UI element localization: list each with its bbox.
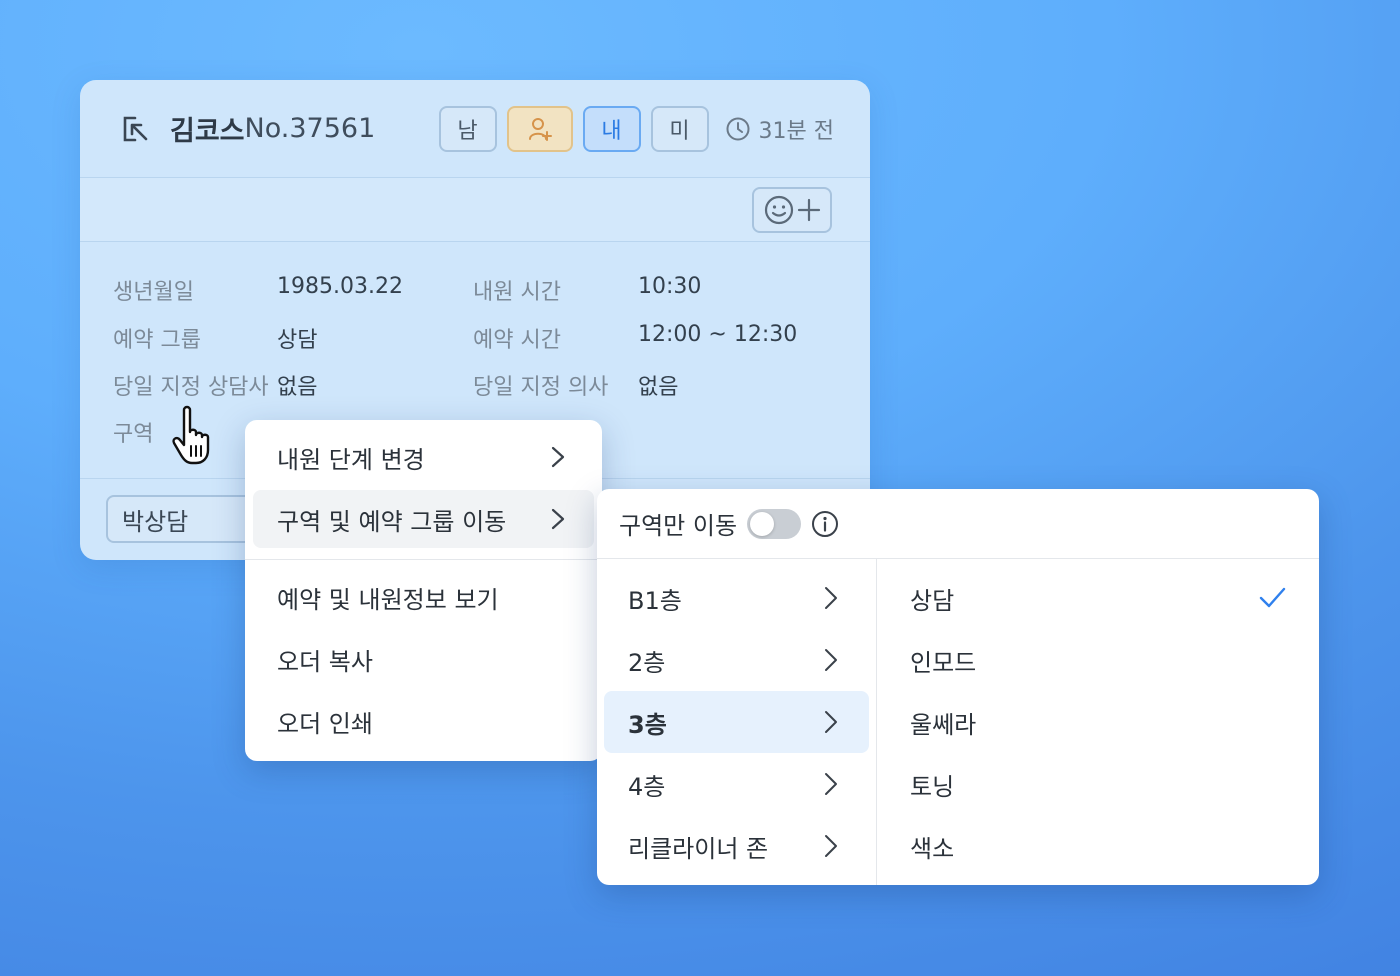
zone-group-submenu: 구역만 이동 B1층 2층 3층 4층 리클라이너 존 상담 인모드 울쎄라 토… <box>597 489 1319 885</box>
group-label: 토닝 <box>910 772 955 801</box>
smiley-plus-icon <box>764 195 821 224</box>
card-toolbar <box>80 178 870 242</box>
menu-item-label: 오더 인쇄 <box>277 709 373 738</box>
floor-label: 리클라이너 존 <box>628 834 769 863</box>
person-add-icon <box>528 117 552 141</box>
chevron-right-icon <box>551 446 565 468</box>
assign-person-badge[interactable] <box>506 105 573 152</box>
reservation-time-label: 예약 시간 <box>473 328 561 353</box>
group-label: 상담 <box>910 586 955 615</box>
info-icon[interactable] <box>811 510 839 538</box>
mine-badge[interactable]: 내 <box>582 105 641 152</box>
floor-item-2[interactable]: 2층 <box>604 629 869 691</box>
group-label: 인모드 <box>910 648 977 677</box>
zone-only-label: 구역만 이동 <box>619 512 738 540</box>
doctor-label: 당일 지정 의사 <box>473 375 609 400</box>
chevron-right-icon <box>825 711 837 733</box>
patient-number: No.37561 <box>244 113 376 144</box>
chevron-right-icon <box>825 773 837 795</box>
reservation-time-value: 12:00 ~ 12:30 <box>638 322 798 347</box>
floor-item-b1[interactable]: B1층 <box>604 567 869 629</box>
chevron-right-icon <box>825 587 837 609</box>
floor-label: 4층 <box>628 772 666 801</box>
group-item-ulthera[interactable]: 울쎄라 <box>878 691 1319 753</box>
floor-item-recliner-zone[interactable]: 리클라이너 존 <box>604 815 869 877</box>
gender-badge[interactable]: 남 <box>438 105 497 152</box>
hand-pointer-cursor-icon <box>172 405 210 465</box>
time-ago: 31분 전 <box>725 113 834 145</box>
clock-icon <box>726 117 750 140</box>
zone-label: 구역 <box>113 422 154 447</box>
menu-item-change-visit-stage[interactable]: 내원 단계 변경 <box>253 428 594 486</box>
counselor-label: 당일 지정 상담사 <box>113 375 269 400</box>
group-item-consult[interactable]: 상담 <box>878 567 1319 629</box>
reservation-group-list: 상담 인모드 울쎄라 토닝 색소 <box>878 559 1319 885</box>
menu-item-label: 내원 단계 변경 <box>277 445 425 474</box>
patient-name[interactable]: 김코스 <box>170 109 245 148</box>
time-ago-text: 31분 전 <box>758 118 834 144</box>
chevron-right-icon <box>551 508 565 530</box>
group-item-pigment[interactable]: 색소 <box>878 815 1319 877</box>
badge-group: 남 내 미 31분 전 <box>438 105 834 152</box>
group-label: 색소 <box>910 834 955 863</box>
menu-item-label: 예약 및 내원정보 보기 <box>277 585 499 614</box>
floor-item-4[interactable]: 4층 <box>604 753 869 815</box>
group-value: 상담 <box>277 328 318 353</box>
card-header: 김코스 No.37561 남 내 미 31분 전 <box>80 80 870 178</box>
status-badge[interactable]: 미 <box>650 105 709 152</box>
group-item-toning[interactable]: 토닝 <box>878 753 1319 815</box>
zone-only-toggle[interactable] <box>747 508 802 539</box>
menu-item-copy-order[interactable]: 오더 복사 <box>253 630 594 688</box>
open-external-icon[interactable] <box>120 113 152 145</box>
floor-item-3[interactable]: 3층 <box>604 691 869 753</box>
birth-label: 생년월일 <box>113 280 194 305</box>
counselor-value: 없음 <box>277 375 318 400</box>
submenu-header: 구역만 이동 <box>597 489 1319 559</box>
chevron-right-icon <box>825 649 837 671</box>
doctor-value: 없음 <box>638 375 679 400</box>
menu-item-view-reservation-info[interactable]: 예약 및 내원정보 보기 <box>253 568 594 626</box>
visit-time-label: 내원 시간 <box>473 280 561 305</box>
menu-divider <box>245 559 602 560</box>
menu-item-move-zone-group[interactable]: 구역 및 예약 그룹 이동 <box>253 490 594 548</box>
menu-item-label: 구역 및 예약 그룹 이동 <box>277 507 507 536</box>
floor-label: 3층 <box>628 710 667 739</box>
menu-item-print-order[interactable]: 오더 인쇄 <box>253 692 594 750</box>
floor-label: 2층 <box>628 648 666 677</box>
visit-time-value: 10:30 <box>638 274 702 299</box>
floor-label: B1층 <box>628 586 682 615</box>
context-menu: 내원 단계 변경 구역 및 예약 그룹 이동 예약 및 내원정보 보기 오더 복… <box>245 420 602 761</box>
birth-value: 1985.03.22 <box>277 274 403 299</box>
checkmark-icon <box>1259 587 1286 608</box>
group-label: 울쎄라 <box>910 710 977 739</box>
add-reaction-button[interactable] <box>752 186 832 233</box>
toggle-knob <box>750 511 775 536</box>
chevron-right-icon <box>825 835 837 857</box>
group-item-inmode[interactable]: 인모드 <box>878 629 1319 691</box>
group-label: 예약 그룹 <box>113 328 201 353</box>
menu-item-label: 오더 복사 <box>277 647 373 676</box>
floor-list: B1층 2층 3층 4층 리클라이너 존 <box>597 559 877 885</box>
